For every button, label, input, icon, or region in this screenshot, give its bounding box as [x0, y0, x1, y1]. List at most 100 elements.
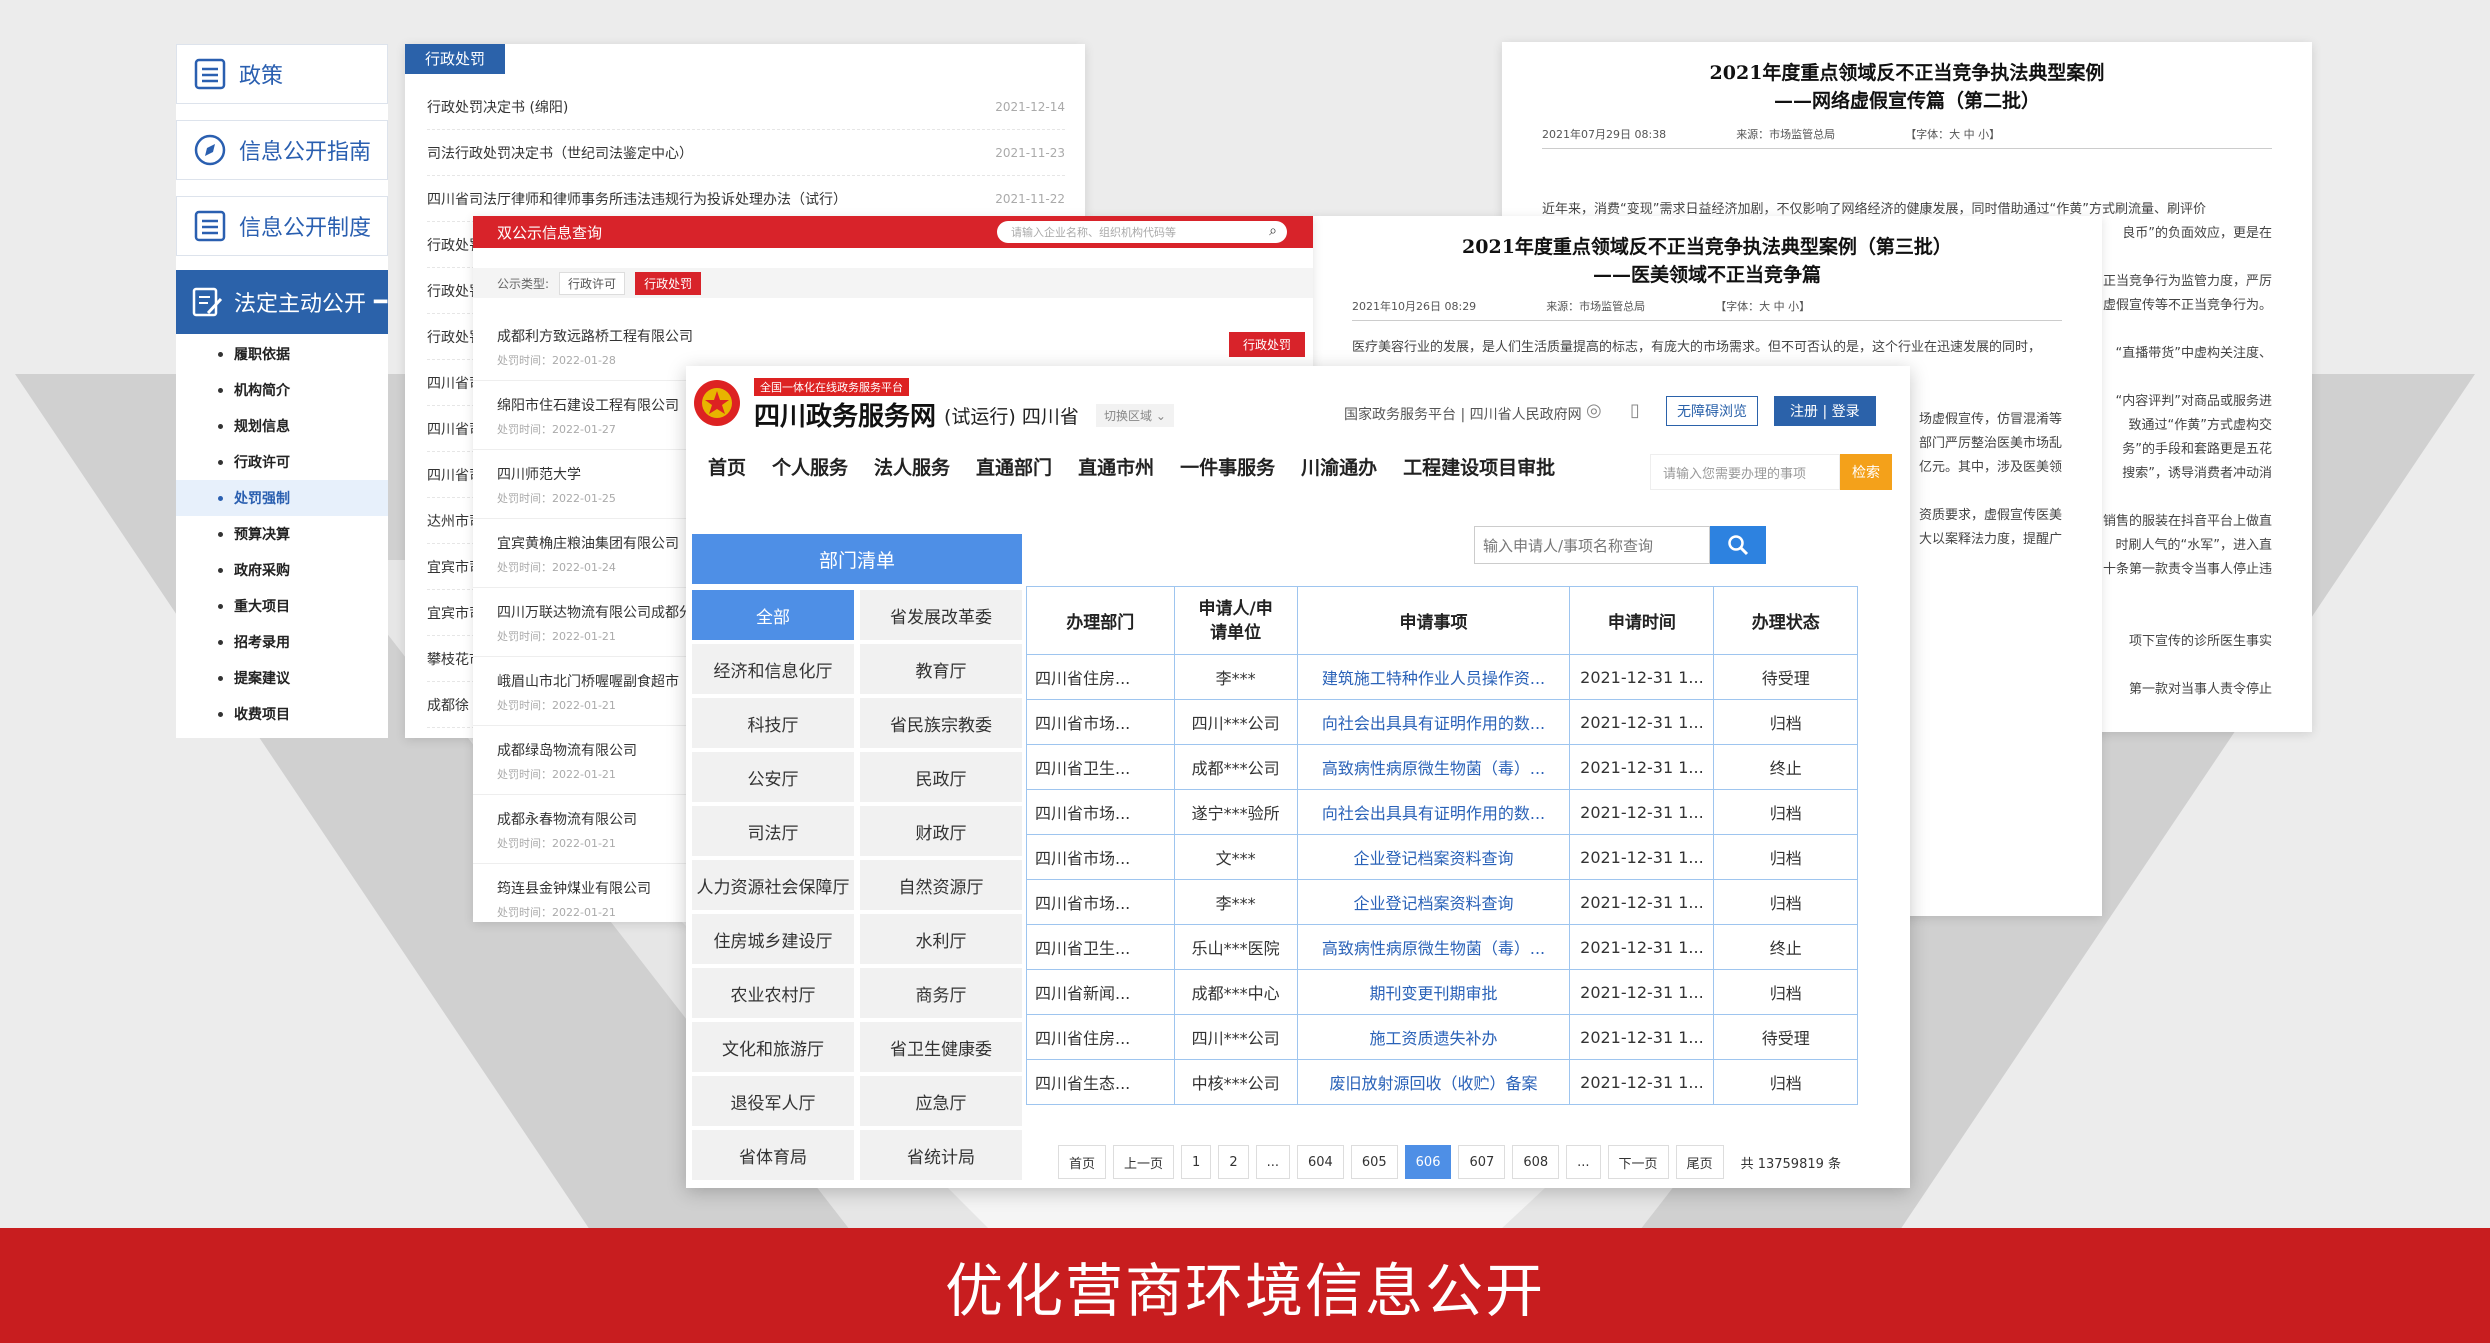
sub-item-budget[interactable]: 预算决算 — [176, 516, 388, 552]
search-icon[interactable]: ⌕ — [1269, 223, 1277, 239]
page-button[interactable]: 下一页 — [1607, 1145, 1669, 1179]
login-register-button[interactable]: 注册 | 登录 — [1774, 396, 1876, 426]
cell-matter[interactable]: 向社会出具具有证明作用的数... — [1296, 789, 1571, 835]
dept-item[interactable]: 省统计局 — [860, 1130, 1022, 1180]
list-item[interactable]: 司法行政处罚决定书（世纪司法鉴定中心） 2021-11-23 — [427, 130, 1065, 176]
table-row[interactable]: 四川省新闻... 成都***中心 期刊变更刊期审批 2021-12-31 1... 归档 — [1026, 969, 1858, 1015]
cell-matter[interactable]: 高致病性病原微生物菌（毒）... — [1296, 924, 1571, 970]
dept-item[interactable]: 应急厅 — [860, 1076, 1022, 1126]
cell-matter[interactable]: 施工资质遗失补办 — [1296, 1014, 1571, 1060]
admin-penalty-tab[interactable]: 行政处罚 — [405, 44, 506, 74]
dept-item[interactable]: 教育厅 — [860, 644, 1022, 694]
page-button[interactable]: ... — [1255, 1145, 1290, 1179]
switch-region-button[interactable]: 切换区域 ⌄ — [1096, 404, 1174, 427]
nav-one-thing[interactable]: 一件事服务 — [1180, 453, 1275, 480]
page-button[interactable]: 尾页 — [1675, 1145, 1724, 1179]
dept-item[interactable]: 文化和旅游厅 — [692, 1022, 854, 1072]
page-button[interactable]: 608 — [1512, 1145, 1560, 1179]
matter-search-button[interactable]: 检索 — [1840, 454, 1892, 490]
sub-item-penalty[interactable]: 处罚强制 — [176, 480, 388, 516]
table-row[interactable]: 四川省生态... 中核***公司 废旧放射源回收（收贮）备案 2021-12-31 1… — [1026, 1059, 1858, 1105]
cell-status: 待受理 — [1713, 654, 1858, 700]
table-row[interactable]: 四川省市场... 文*** 企业登记档案资料查询 2021-12-31 1... 归档 — [1026, 834, 1858, 880]
wechat-icon[interactable]: ◎ — [1586, 400, 1602, 421]
sub-item-recruitment[interactable]: 招考录用 — [176, 624, 388, 660]
page-button[interactable]: ... — [1566, 1145, 1601, 1179]
nav-corporate[interactable]: 法人服务 — [874, 453, 950, 480]
table-row[interactable]: 四川省卫生... 乐山***医院 高致病性病原微生物菌（毒）... 2021-12-3… — [1026, 924, 1858, 970]
dept-item[interactable]: 民政厅 — [860, 752, 1022, 802]
nav-home[interactable]: 首页 — [708, 453, 746, 480]
table-row[interactable]: 四川省市场... 四川***公司 向社会出具具有证明作用的数... 2021-12-3… — [1026, 699, 1858, 745]
disclosure-guide-button[interactable]: 信息公开指南 — [176, 120, 388, 180]
cell-matter[interactable]: 期刊变更刊期审批 — [1296, 969, 1571, 1015]
sub-item-major-projects[interactable]: 重大项目 — [176, 588, 388, 624]
sub-item-procurement[interactable]: 政府采购 — [176, 552, 388, 588]
chip-admin-license[interactable]: 行政许可 — [559, 271, 626, 295]
cell-matter[interactable]: 废旧放射源回收（收贮）备案 — [1296, 1059, 1571, 1105]
cell-matter[interactable]: 向社会出具具有证明作用的数... — [1296, 699, 1571, 745]
dept-item[interactable]: 自然资源厅 — [860, 860, 1022, 910]
cell-matter[interactable]: 建筑施工特种作业人员操作资... — [1296, 654, 1571, 700]
page-button[interactable]: 605 — [1350, 1145, 1398, 1179]
cell-matter[interactable]: 企业登记档案资料查询 — [1296, 879, 1571, 925]
dept-item[interactable]: 省民族宗教委 — [860, 698, 1022, 748]
cell-status: 归档 — [1713, 879, 1858, 925]
nav-chuanyu[interactable]: 川渝通办 — [1301, 453, 1377, 480]
top-links[interactable]: 国家政务服务平台 | 四川省人民政府网 — [1344, 404, 1582, 424]
dept-item[interactable]: 农业农村厅 — [692, 968, 854, 1018]
disclosure-system-button[interactable]: 信息公开制度 — [176, 196, 388, 256]
sub-item-admin-license[interactable]: 行政许可 — [176, 444, 388, 480]
table-row[interactable]: 四川省卫生... 成都***公司 高致病性病原微生物菌（毒）... 2021-12-3… — [1026, 744, 1858, 790]
cell-status: 归档 — [1713, 789, 1858, 835]
page-button[interactable]: 604 — [1297, 1145, 1344, 1179]
cell-matter[interactable]: 企业登记档案资料查询 — [1296, 834, 1571, 880]
nav-personal[interactable]: 个人服务 — [772, 453, 848, 480]
policy-button[interactable]: 政策 — [176, 44, 388, 104]
dept-item[interactable]: 省体育局 — [692, 1130, 854, 1180]
table-row[interactable]: 四川省市场... 遂宁***验所 向社会出具具有证明作用的数... 2021-12-3… — [1026, 789, 1858, 835]
statutory-disclosure-menu[interactable]: 法定主动公开 ━ — [176, 270, 388, 334]
query-search-button[interactable] — [1710, 526, 1766, 564]
list-item[interactable]: 行政处罚决定书 (绵阳) 2021-12-14 — [427, 84, 1065, 130]
mobile-icon[interactable]: ▯ — [1630, 400, 1640, 421]
page-button[interactable]: 606 — [1404, 1145, 1452, 1179]
dept-item[interactable]: 水利厅 — [860, 914, 1022, 964]
page-button[interactable]: 1 — [1181, 1145, 1212, 1179]
page-button[interactable]: 上一页 — [1113, 1145, 1175, 1179]
dept-item[interactable]: 省卫生健康委 — [860, 1022, 1022, 1072]
page-button[interactable]: 2 — [1218, 1145, 1249, 1179]
dept-item[interactable]: 经济和信息化厅 — [692, 644, 854, 694]
dept-item[interactable]: 公安厅 — [692, 752, 854, 802]
applicant-query-input[interactable]: 输入申请人/事项名称查询 — [1474, 526, 1710, 564]
accessible-browse-button[interactable]: 无障碍浏览 — [1666, 396, 1758, 426]
sub-item-fees[interactable]: 收费项目 — [176, 696, 388, 732]
enterprise-search-input[interactable]: 请输入企业名称、组织机构代码等 ⌕ — [997, 221, 1287, 243]
table-row[interactable]: 四川省市场... 李*** 企业登记档案资料查询 2021-12-31 1... 归档 — [1026, 879, 1858, 925]
matter-search-input[interactable]: 请输入您需要办理的事项 — [1650, 454, 1840, 490]
nav-cities[interactable]: 直通市州 — [1078, 453, 1154, 480]
chip-admin-penalty[interactable]: 行政处罚 — [635, 271, 702, 295]
dept-item[interactable]: 省发展改革委 — [860, 590, 1022, 640]
dept-item[interactable]: 全部 — [692, 590, 854, 640]
nav-departments[interactable]: 直通部门 — [976, 453, 1052, 480]
site-name[interactable]: 四川政务服务网 — [754, 396, 936, 433]
cell-matter[interactable]: 高致病性病原微生物菌（毒）... — [1296, 744, 1571, 790]
dept-item[interactable]: 住房城乡建设厅 — [692, 914, 854, 964]
dept-item[interactable]: 退役军人厅 — [692, 1076, 854, 1126]
dept-item[interactable]: 司法厅 — [692, 806, 854, 856]
disclosure-guide-label: 信息公开指南 — [239, 140, 372, 165]
dept-item[interactable]: 商务厅 — [860, 968, 1022, 1018]
sub-item-proposals[interactable]: 提案建议 — [176, 660, 388, 696]
sub-item-duty-basis[interactable]: 履职依据 — [176, 336, 388, 372]
nav-construction[interactable]: 工程建设项目审批 — [1403, 453, 1555, 480]
dept-item[interactable]: 财政厅 — [860, 806, 1022, 856]
table-row[interactable]: 四川省住房... 四川***公司 施工资质遗失补办 2021-12-31 1... 待受… — [1026, 1014, 1858, 1060]
page-button[interactable]: 首页 — [1058, 1145, 1107, 1179]
sub-item-planning[interactable]: 规划信息 — [176, 408, 388, 444]
dept-item[interactable]: 人力资源社会保障厅 — [692, 860, 854, 910]
table-row[interactable]: 四川省住房... 李*** 建筑施工特种作业人员操作资... 2021-12-31 1… — [1026, 654, 1858, 700]
dept-item[interactable]: 科技厅 — [692, 698, 854, 748]
page-button[interactable]: 607 — [1458, 1145, 1506, 1179]
sub-item-org-intro[interactable]: 机构简介 — [176, 372, 388, 408]
